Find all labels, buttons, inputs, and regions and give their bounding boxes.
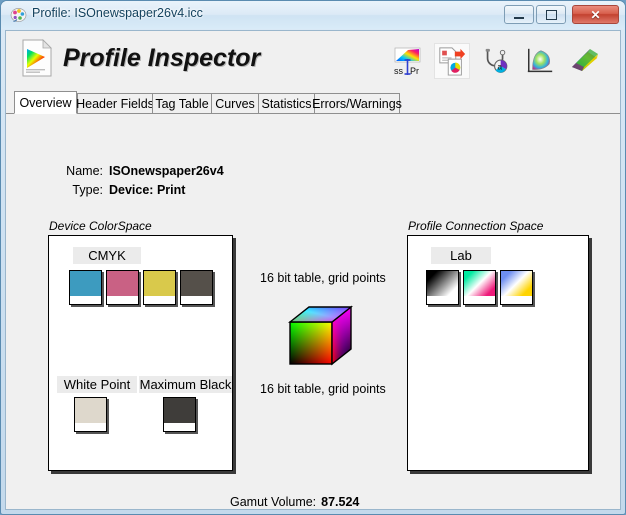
close-button[interactable]: ✕ xyxy=(572,5,619,24)
tab-errors-warnings[interactable]: Errors/Warnings xyxy=(312,93,402,114)
application-window: Profile: ISOnewspaper26v4.icc ✕ Profile … xyxy=(0,0,626,515)
profile-type-label: Type: xyxy=(72,183,103,197)
lab-group-label: Lab xyxy=(431,247,491,264)
svg-text:ss: ss xyxy=(394,66,404,76)
svg-text:a: a xyxy=(497,61,502,71)
tab-curves[interactable]: Curves xyxy=(211,93,259,114)
tab-overview[interactable]: Overview xyxy=(14,91,77,114)
black-fill xyxy=(181,271,212,296)
yellow-swatch xyxy=(143,270,176,305)
toolbar: ss Pr a xyxy=(390,38,602,84)
minimize-icon xyxy=(514,16,524,19)
lab-a-swatch xyxy=(463,270,496,305)
rgb-color-cube xyxy=(287,305,354,366)
profile-type-value: Device: Print xyxy=(109,183,186,197)
maximum-black-label: Maximum Black xyxy=(139,376,232,393)
pcs-caption: Profile Connection Space xyxy=(408,219,544,233)
white-point-label: White Point xyxy=(57,376,137,393)
profile-type-row: Type: Device: Print xyxy=(55,183,185,197)
gamut-volume-row: Gamut Volume: 87.524 xyxy=(230,495,359,509)
maximum-black-swatch xyxy=(163,397,196,432)
tab-bar: Overview Header Fields Tag Table Curves … xyxy=(6,91,620,114)
svg-text:Pr: Pr xyxy=(410,66,419,76)
lab-l-swatch xyxy=(426,270,459,305)
yellow-fill xyxy=(144,271,175,296)
convert-document-icon[interactable] xyxy=(434,43,470,79)
table-info-top: 16 bit table, grid points xyxy=(260,271,386,285)
lab-a-fill xyxy=(464,271,495,296)
title-bar[interactable]: Profile: ISOnewspaper26v4.icc ✕ xyxy=(1,1,625,29)
gamut-volume-label: Gamut Volume: xyxy=(230,495,317,509)
white-point-fill xyxy=(75,398,106,423)
color-palette-icon xyxy=(10,8,27,22)
profile-name-label: Name: xyxy=(66,164,103,178)
lab-l-fill xyxy=(427,271,458,296)
maximize-button[interactable] xyxy=(536,5,566,24)
table-info-bottom: 16 bit table, grid points xyxy=(260,382,386,396)
black-swatch xyxy=(180,270,213,305)
page-title: Profile Inspector xyxy=(63,44,261,72)
profile-document-icon xyxy=(22,39,52,77)
magenta-fill xyxy=(107,271,138,296)
close-icon: ✕ xyxy=(590,7,601,22)
window-title: Profile: ISOnewspaper26v4.icc xyxy=(32,6,203,20)
white-point-swatch xyxy=(74,397,107,432)
profile-name-value: ISOnewspaper26v4 xyxy=(109,164,224,178)
maximize-icon xyxy=(545,9,557,20)
maximum-black-fill xyxy=(164,398,195,423)
tab-tag-table[interactable]: Tag Table xyxy=(152,93,212,114)
device-colorspace-caption: Device ColorSpace xyxy=(49,219,152,233)
lab-b-swatch xyxy=(500,270,533,305)
cmyk-group-label: CMYK xyxy=(73,247,141,264)
lab-b-fill xyxy=(501,271,532,296)
chromaticity-diagram-icon[interactable] xyxy=(522,43,558,79)
magenta-swatch xyxy=(106,270,139,305)
client-area: Profile Inspector ss Pr a Overview Heade… xyxy=(5,30,621,510)
profile-name-row: Name: ISOnewspaper26v4 xyxy=(55,164,224,178)
tab-statistics[interactable]: Statistics xyxy=(258,93,315,114)
stethoscope-inspect-icon[interactable]: a xyxy=(478,43,514,79)
srgb-to-profile-icon[interactable]: ss Pr xyxy=(390,43,426,79)
minimize-button[interactable] xyxy=(504,5,534,24)
overview-panel: Name: ISOnewspaper26v4 Type: Device: Print… xyxy=(6,114,620,509)
gamut-volume-value: 87.524 xyxy=(321,495,360,509)
gamut-3d-icon[interactable] xyxy=(566,43,602,79)
app-header: Profile Inspector ss Pr a xyxy=(6,31,620,92)
cyan-swatch xyxy=(69,270,102,305)
tab-header-fields[interactable]: Header Fields xyxy=(76,93,154,114)
cyan-fill xyxy=(70,271,101,296)
